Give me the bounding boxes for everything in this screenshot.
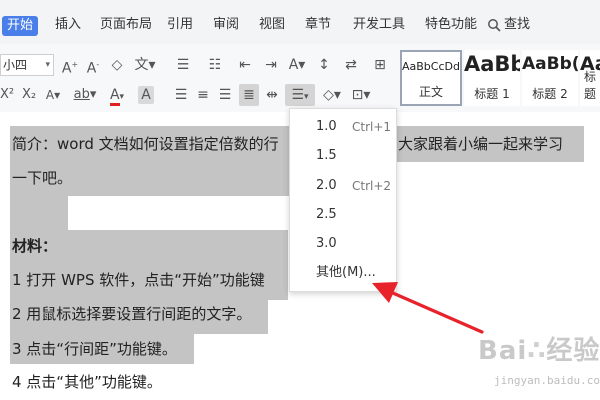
line-spacing-option-2-5[interactable]: 2.5 xyxy=(290,204,396,226)
materials-heading: 材料： xyxy=(12,237,58,255)
style-normal[interactable]: AaBbCcDd 正文 xyxy=(400,50,462,106)
tab-special[interactable]: 特色功能 xyxy=(425,17,477,33)
border-icon[interactable]: ⊡▾ xyxy=(350,86,372,104)
style-heading-2[interactable]: AaBb( 标题 2 xyxy=(522,50,578,106)
line-spacing-icon: ☰ xyxy=(291,87,305,103)
baidu-jingyan-watermark: Bai∴经验 jingyan.baidu.com xyxy=(460,330,600,396)
grow-font-icon[interactable]: A+ xyxy=(60,56,80,78)
subscript-icon[interactable]: X₂ xyxy=(22,86,36,104)
intro-line-tail: 大家跟着小编一起来学习 xyxy=(398,135,564,153)
text-effect-icon[interactable]: A▾ xyxy=(45,86,61,104)
line-spacing-button[interactable]: ☰▾ xyxy=(285,84,315,106)
bullet-list-icon[interactable]: ☰ xyxy=(172,56,194,74)
watermark-url: jingyan.baidu.com xyxy=(494,374,600,387)
line-spacing-option-1-5[interactable]: 1.5 xyxy=(290,145,396,167)
sort-icon[interactable]: ↕ xyxy=(316,56,332,74)
superscript-icon[interactable]: X² xyxy=(0,86,14,104)
intro-line-2: 一下吧。 xyxy=(12,169,73,187)
search-label: 查找 xyxy=(504,17,531,32)
justify-icon[interactable]: ≣ xyxy=(239,84,259,106)
text-direction-icon[interactable]: A▾ xyxy=(286,56,308,74)
style-sample: AaBb( xyxy=(522,54,578,74)
align-right-icon[interactable]: ☰ xyxy=(216,86,234,104)
line-spacing-option-1-0[interactable]: 1.0 Ctrl+1 xyxy=(290,116,396,138)
clear-format-icon[interactable]: ◇ xyxy=(108,56,126,74)
style-title[interactable]: Aa 标题 xyxy=(580,50,600,106)
watermark-logo: Bai∴经验 xyxy=(478,336,600,366)
align-center-icon[interactable]: ≡ xyxy=(194,86,212,104)
align-left-icon[interactable]: ☰ xyxy=(172,86,190,104)
style-label: 标题 1 xyxy=(474,87,510,101)
increase-indent-icon[interactable]: ⇥ xyxy=(262,56,280,74)
step-3: 3 点击“行间距”功能键。 xyxy=(12,340,177,358)
step-4: 4 点击“其他”功能键。 xyxy=(12,373,162,391)
style-heading-1[interactable]: AaBb 标题 1 xyxy=(464,50,520,106)
search-button[interactable]: 查找 xyxy=(487,17,530,33)
ribbon-toolbar: 小四 ▾ A+ A- ◇ 文▾ X² X₂ A▾ ab▾ A▾ A ☰ ☷ ⇤ … xyxy=(0,44,600,113)
shading-icon[interactable]: ◇▾ xyxy=(321,86,343,104)
line-spacing-menu: 1.0 Ctrl+1 1.5 2.0 Ctrl+2 2.5 3.0 其他(M)... xyxy=(289,108,397,292)
style-label: 标题 xyxy=(583,70,596,101)
table-grid-icon[interactable]: ⊞ xyxy=(371,56,389,74)
line-spacing-option-3-0[interactable]: 3.0 xyxy=(290,233,396,255)
style-sample: AaBbCcDd xyxy=(402,60,460,73)
font-size-value: 小四 xyxy=(3,58,28,72)
tab-developer[interactable]: 开发工具 xyxy=(353,17,405,33)
styles-gallery: AaBbCcDd 正文 AaBb 标题 1 AaBb( 标题 2 Aa 标题 xyxy=(400,50,600,108)
shrink-font-icon[interactable]: A- xyxy=(84,56,102,78)
intro-line: 简介：word 文档如何设置指定倍数的行 xyxy=(12,135,279,153)
selection-highlight xyxy=(10,196,68,230)
style-label: 标题 2 xyxy=(532,87,568,101)
tab-insert[interactable]: 插入 xyxy=(55,17,81,33)
char-shading-icon[interactable]: A xyxy=(138,86,154,104)
distributed-icon[interactable]: ⇹ xyxy=(263,86,281,104)
tab-chapter[interactable]: 章节 xyxy=(305,17,331,33)
font-size-select[interactable]: 小四 ▾ xyxy=(0,54,54,76)
tab-start[interactable]: 开始 xyxy=(2,16,38,36)
decrease-indent-icon[interactable]: ⇤ xyxy=(236,56,254,74)
chevron-down-icon: ▾ xyxy=(304,92,309,102)
line-spacing-option-other[interactable]: 其他(M)... xyxy=(290,262,396,284)
style-sample: AaBb xyxy=(464,52,520,76)
tab-stop-icon[interactable]: ⇄ xyxy=(340,56,362,74)
tab-review[interactable]: 审阅 xyxy=(213,17,239,33)
font-color-icon[interactable]: A▾ xyxy=(106,86,128,106)
style-label: 正文 xyxy=(418,85,443,99)
numbered-list-icon[interactable]: ☷ xyxy=(204,56,226,74)
chevron-down-icon: ▾ xyxy=(45,60,50,70)
tab-references[interactable]: 引用 xyxy=(167,17,193,33)
tab-page-layout[interactable]: 页面布局 xyxy=(100,17,152,33)
tab-view[interactable]: 视图 xyxy=(259,17,285,33)
phonetic-icon[interactable]: 文▾ xyxy=(132,56,158,74)
search-icon xyxy=(488,19,501,32)
highlight-icon[interactable]: ab▾ xyxy=(72,86,98,104)
step-1: 1 打开 WPS 软件，点击“开始”功能键 xyxy=(12,271,265,289)
step-2: 2 用鼠标选择要设置行间距的文字。 xyxy=(12,305,252,323)
line-spacing-option-2-0[interactable]: 2.0 Ctrl+2 xyxy=(290,175,396,197)
menu-bar: 开始 插入 页面布局 引用 审阅 视图 章节 开发工具 特色功能 查找 xyxy=(0,0,600,44)
